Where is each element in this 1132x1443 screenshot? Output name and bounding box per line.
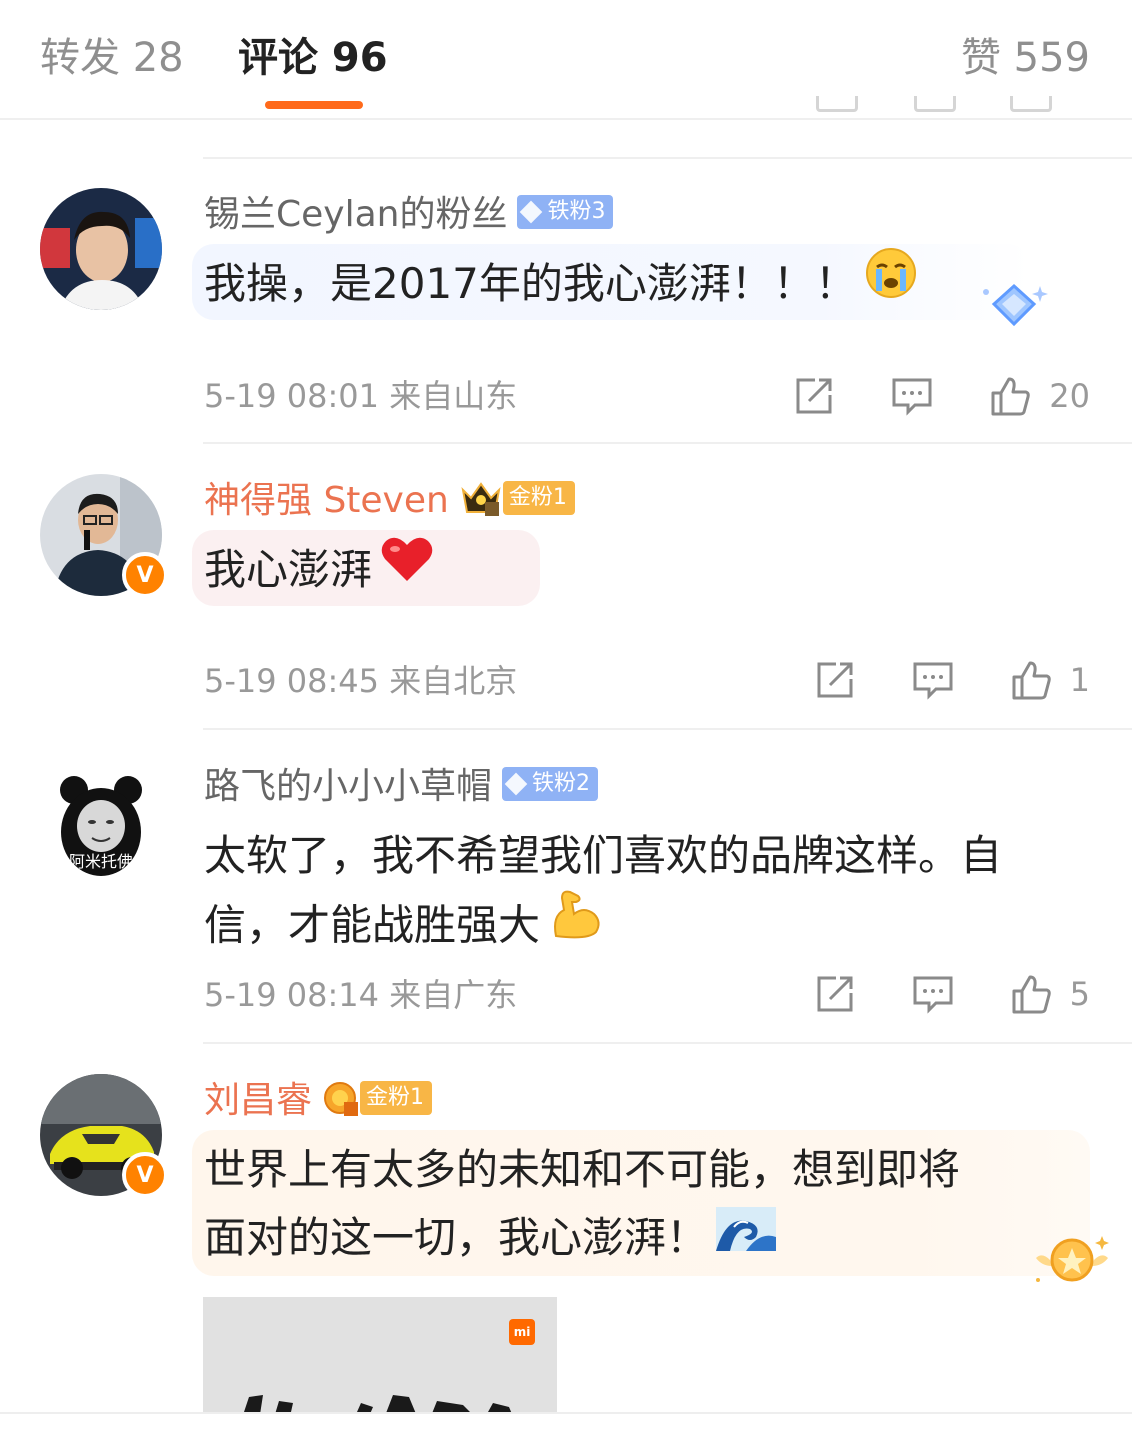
divider bbox=[203, 442, 1132, 444]
divider bbox=[203, 1042, 1132, 1044]
comment-text: 世界上有太多的未知和不可能，想到即将 面对的这一切，我心澎湃！ bbox=[204, 1136, 960, 1275]
like-count: 20 bbox=[1049, 377, 1090, 415]
verified-badge-icon: V bbox=[122, 552, 168, 598]
avatar-caption: 阿米托佛 bbox=[68, 852, 133, 871]
comment-actions: 20 bbox=[793, 372, 1090, 420]
avatar[interactable]: V bbox=[40, 1074, 168, 1198]
tab-repost[interactable]: 转发 28 bbox=[40, 30, 184, 86]
username[interactable]: 刘昌睿 金粉1 bbox=[204, 1076, 433, 1126]
mi-logo-icon: mi bbox=[509, 1319, 535, 1345]
comment-text: 我操，是2017年的我心澎湃！！！ bbox=[204, 247, 917, 323]
fan-badge: 金粉1 bbox=[360, 1081, 433, 1115]
comment-text: 太软了，我不希望我们喜欢的品牌这样。自 信，才能战胜强大 bbox=[204, 822, 1002, 966]
like-count: 5 bbox=[1069, 975, 1090, 1013]
username-text[interactable]: 路飞的小小小草帽 bbox=[204, 766, 492, 807]
comment-text-line: 信，才能战胜强大 bbox=[204, 900, 541, 950]
diamond-icon bbox=[520, 200, 543, 224]
fan-badge-label: 金粉1 bbox=[508, 485, 567, 510]
comment-meta: 5-19 08:14 来自广东 bbox=[204, 976, 518, 1014]
divider bbox=[203, 157, 1132, 159]
red-heart-icon bbox=[380, 535, 434, 603]
share-icon[interactable] bbox=[793, 375, 835, 417]
crown-icon bbox=[322, 1078, 360, 1118]
crying-face-icon bbox=[865, 247, 917, 319]
comment-actions: 1 bbox=[814, 656, 1090, 704]
verified-badge-icon: V bbox=[122, 1152, 168, 1198]
previous-comment-clipped bbox=[200, 96, 1132, 118]
water-wave-icon bbox=[716, 1203, 777, 1271]
like-count: 1 bbox=[1069, 661, 1090, 699]
diamond-decoration-icon bbox=[978, 282, 1050, 338]
tab-comments[interactable]: 评论 96 bbox=[238, 30, 388, 86]
gold-medal-decoration-icon bbox=[1032, 1232, 1112, 1292]
comment-tab-bar: 转发 28 评论 96 赞 559 bbox=[0, 0, 1132, 120]
like-icon[interactable] bbox=[1010, 659, 1052, 701]
comment-actions: 5 bbox=[814, 970, 1090, 1018]
crown-icon bbox=[459, 478, 503, 518]
comment-text-content: 我操，是2017年的我心澎湃！！！ bbox=[204, 259, 857, 308]
divider bbox=[203, 728, 1132, 730]
like-icon[interactable] bbox=[989, 375, 1031, 417]
comment-meta: 5-19 08:01 来自山东 bbox=[204, 377, 518, 415]
comment-image-preview[interactable]: mi bbox=[203, 1297, 557, 1417]
comment-meta: 5-19 08:45 来自北京 bbox=[204, 662, 518, 700]
reply-icon[interactable] bbox=[891, 375, 933, 417]
like-icon[interactable] bbox=[1010, 973, 1052, 1015]
share-icon[interactable] bbox=[814, 973, 856, 1015]
comment-text-line: 太软了，我不希望我们喜欢的品牌这样。自 bbox=[204, 831, 1003, 880]
comment-text: 我心澎湃 bbox=[204, 536, 434, 607]
fan-badge: 铁粉3 bbox=[517, 195, 614, 229]
fan-badge-label: 铁粉3 bbox=[547, 199, 606, 224]
reply-icon[interactable] bbox=[912, 973, 954, 1015]
fan-badge: 铁粉2 bbox=[502, 767, 599, 801]
username-text[interactable]: 锡兰Ceylan的粉丝 bbox=[204, 194, 507, 235]
comment-text-line: 世界上有太多的未知和不可能，想到即将 bbox=[204, 1145, 961, 1194]
username[interactable]: 路飞的小小小草帽 铁粉2 bbox=[204, 762, 599, 812]
avatar[interactable]: V bbox=[40, 474, 168, 598]
username[interactable]: 锡兰Ceylan的粉丝 铁粉3 bbox=[204, 190, 614, 240]
comment-text-line: 面对的这一切，我心澎湃！ bbox=[204, 1213, 709, 1262]
reply-icon[interactable] bbox=[912, 659, 954, 701]
share-icon[interactable] bbox=[814, 659, 856, 701]
username-text[interactable]: 神得强 Steven bbox=[204, 480, 449, 521]
fan-badge-label: 铁粉2 bbox=[532, 771, 591, 796]
username[interactable]: 神得强 Steven 金粉1 bbox=[204, 476, 575, 526]
comment-text-content: 我心澎湃 bbox=[204, 545, 373, 594]
avatar[interactable] bbox=[40, 188, 162, 310]
avatar[interactable]: 阿米托佛 bbox=[40, 760, 162, 882]
diamond-icon bbox=[504, 772, 528, 796]
tab-likes[interactable]: 赞 559 bbox=[961, 30, 1090, 86]
username-text[interactable]: 刘昌睿 bbox=[204, 1080, 312, 1121]
fan-badge-label: 金粉1 bbox=[366, 1085, 425, 1110]
flexed-biceps-icon bbox=[548, 886, 604, 962]
bottom-bar bbox=[0, 1412, 1132, 1443]
fan-badge: 金粉1 bbox=[502, 481, 575, 515]
